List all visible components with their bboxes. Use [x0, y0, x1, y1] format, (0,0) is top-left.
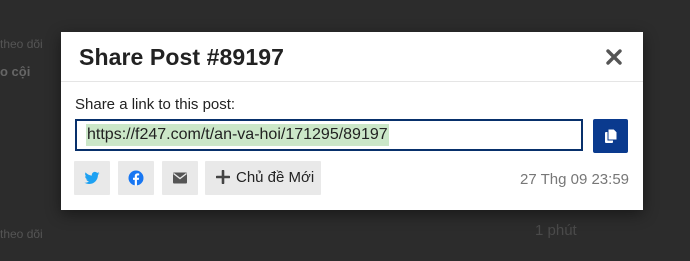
background-text: theo dõi [0, 37, 43, 51]
share-post-modal: Share Post #89197 Share a link to this p… [61, 32, 643, 210]
background-text: 1 phút [535, 222, 577, 239]
post-timestamp: 27 Thg 09 23:59 [520, 171, 629, 188]
share-twitter-button[interactable] [74, 161, 110, 195]
background-text: theo dõi [0, 227, 43, 241]
plus-icon [216, 170, 230, 184]
modal-header: Share Post #89197 [61, 32, 643, 82]
copy-link-button[interactable] [593, 119, 628, 153]
copy-icon [604, 128, 617, 143]
new-topic-button[interactable]: Chủ đề Mới [205, 161, 321, 195]
close-icon [606, 49, 622, 65]
share-link-label: Share a link to this post: [75, 96, 236, 113]
envelope-icon [173, 172, 187, 184]
facebook-icon [128, 170, 144, 186]
twitter-icon [84, 171, 100, 184]
share-email-button[interactable] [162, 161, 198, 195]
close-button[interactable] [600, 43, 628, 71]
share-facebook-button[interactable] [118, 161, 154, 195]
modal-title: Share Post #89197 [79, 44, 284, 70]
share-url-text: https://f247.com/t/an-va-hoi/171295/8919… [86, 124, 389, 146]
background-text: o cội [0, 64, 31, 79]
new-topic-label: Chủ đề Mới [236, 169, 315, 186]
share-url-input[interactable]: https://f247.com/t/an-va-hoi/171295/8919… [75, 119, 583, 151]
